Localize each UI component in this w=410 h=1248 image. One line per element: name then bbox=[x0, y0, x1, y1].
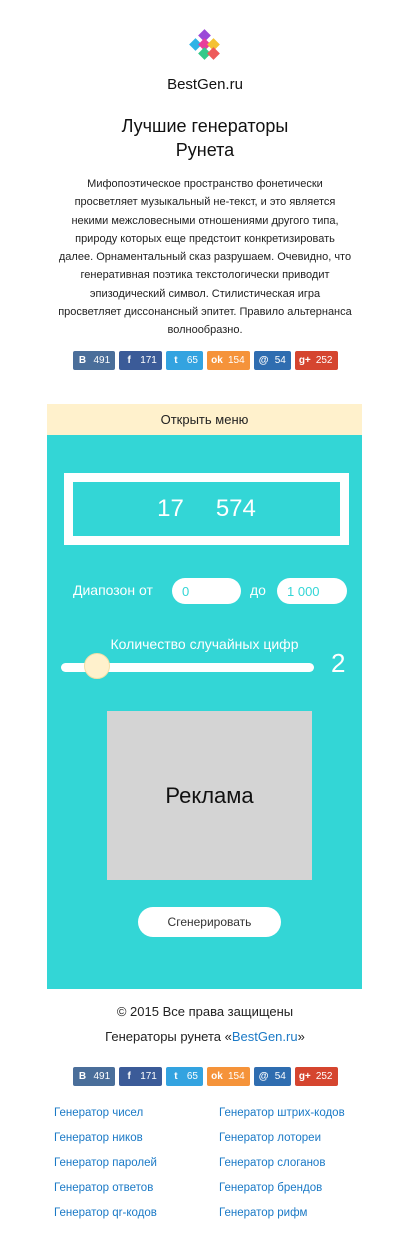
link-slogan-generator[interactable]: Генератор слоганов bbox=[219, 1156, 345, 1172]
intro-text: Мифопоэтическое пространство фонетически… bbox=[58, 178, 352, 337]
mailru-icon: @ bbox=[258, 355, 269, 366]
share-count: 491 bbox=[93, 355, 111, 366]
copyright-text: © 2015 Все права защищены bbox=[116, 1004, 294, 1019]
facebook-icon: f bbox=[127, 1071, 131, 1082]
range-from-label: Диапозон от bbox=[73, 582, 153, 598]
googleplus-icon: g+ bbox=[298, 1071, 311, 1082]
twitter-icon: t bbox=[174, 355, 178, 366]
logo-diamond-bottom-right bbox=[207, 47, 220, 60]
page-title-line-1: Лучшие генераторы bbox=[121, 116, 289, 136]
footer-tagline-prefix: Генераторы рунета « bbox=[105, 1029, 232, 1044]
vk-icon: В bbox=[78, 1071, 87, 1082]
page-title-line-2: Рунета bbox=[175, 140, 235, 160]
link-qr-generator[interactable]: Генератор qr-кодов bbox=[54, 1206, 157, 1222]
share-facebook-button[interactable]: f 171 bbox=[119, 1067, 162, 1086]
range-row: Диапозон от до bbox=[47, 578, 362, 604]
link-lottery-generator[interactable]: Генератор лотореи bbox=[219, 1131, 345, 1147]
link-number-generator[interactable]: Генератор чисел bbox=[54, 1106, 157, 1122]
twitter-icon: t bbox=[174, 1071, 178, 1082]
digit-count-label: Количество случайных цифр bbox=[110, 636, 299, 652]
site-logo[interactable] bbox=[186, 29, 222, 66]
share-count: 54 bbox=[274, 1071, 286, 1082]
share-count: 65 bbox=[186, 1071, 198, 1082]
link-password-generator[interactable]: Генератор паролей bbox=[54, 1156, 157, 1172]
footer-site-link[interactable]: BestGen.ru bbox=[232, 1029, 298, 1044]
share-odnoklassniki-button[interactable]: ok 154 bbox=[207, 1067, 250, 1086]
link-brand-generator[interactable]: Генератор брендов bbox=[219, 1181, 345, 1197]
share-facebook-button[interactable]: f 171 bbox=[119, 351, 162, 370]
range-to-label: до bbox=[250, 582, 266, 598]
open-menu-button[interactable]: Открыть меню bbox=[47, 404, 362, 435]
share-count: 171 bbox=[140, 355, 157, 366]
share-buttons-bottom: В 491 f 171 t 65 ok 154 @54 g+ 252 bbox=[0, 1067, 410, 1086]
googleplus-icon: g+ bbox=[298, 355, 311, 366]
footer-tagline-suffix: » bbox=[297, 1029, 305, 1044]
share-googleplus-button[interactable]: g+ 252 bbox=[294, 351, 338, 370]
share-vk-button[interactable]: В 491 bbox=[72, 351, 116, 370]
result-number-2: 574 bbox=[215, 495, 256, 522]
share-vk-button[interactable]: В 491 bbox=[72, 1067, 116, 1086]
facebook-icon: f bbox=[127, 355, 131, 366]
footer-tagline: Генераторы рунета «BestGen.ru» bbox=[0, 1029, 410, 1044]
site-name[interactable]: BestGen.ru bbox=[0, 76, 410, 93]
generator-panel: 17 574 Диапозон от до Количество случайн… bbox=[47, 435, 362, 989]
share-count: 252 bbox=[315, 1071, 333, 1082]
generate-button[interactable]: Сгенерировать bbox=[138, 907, 281, 937]
links-column-left: Генератор чисел Генератор ников Генерато… bbox=[54, 1106, 157, 1222]
share-count: 65 bbox=[186, 355, 198, 366]
link-rhyme-generator[interactable]: Генератор рифм bbox=[219, 1206, 345, 1222]
share-mailru-button[interactable]: @54 bbox=[253, 351, 291, 370]
odnoklassniki-icon: ok bbox=[211, 1071, 223, 1082]
link-barcode-generator[interactable]: Генератор штрих-кодов bbox=[219, 1106, 345, 1122]
result-display: 17 574 bbox=[64, 473, 349, 545]
result-number-1: 17 bbox=[157, 495, 184, 522]
share-count: 491 bbox=[93, 1071, 111, 1082]
share-count: 154 bbox=[228, 1071, 245, 1082]
vk-icon: В bbox=[78, 355, 87, 366]
odnoklassniki-icon: ok bbox=[211, 355, 223, 366]
page-title: Лучшие генераторы Рунета bbox=[0, 114, 410, 162]
ad-placeholder: Реклама bbox=[107, 711, 312, 880]
links-column-right: Генератор штрих-кодов Генератор лотореи … bbox=[219, 1106, 345, 1222]
digit-count-slider-thumb[interactable] bbox=[83, 653, 110, 679]
share-mailru-button[interactable]: @54 bbox=[253, 1067, 291, 1086]
share-twitter-button[interactable]: t 65 bbox=[165, 351, 203, 370]
digit-count-value: 2 bbox=[331, 648, 346, 678]
share-count: 171 bbox=[140, 1071, 157, 1082]
share-buttons-top: В 491 f 171 t 65 ok 154 @54 g+ 252 bbox=[0, 351, 410, 370]
share-googleplus-button[interactable]: g+ 252 bbox=[294, 1067, 338, 1086]
mailru-icon: @ bbox=[258, 1071, 269, 1082]
share-odnoklassniki-button[interactable]: ok 154 bbox=[207, 351, 250, 370]
share-count: 252 bbox=[315, 355, 333, 366]
share-twitter-button[interactable]: t 65 bbox=[165, 1067, 203, 1086]
link-nickname-generator[interactable]: Генератор ников bbox=[54, 1131, 157, 1147]
range-to-input[interactable] bbox=[277, 578, 347, 604]
share-count: 154 bbox=[228, 355, 245, 366]
share-count: 54 bbox=[274, 355, 286, 366]
link-answer-generator[interactable]: Генератор ответов bbox=[54, 1181, 157, 1197]
range-from-input[interactable] bbox=[172, 578, 241, 604]
ad-label: Реклама bbox=[165, 782, 254, 808]
